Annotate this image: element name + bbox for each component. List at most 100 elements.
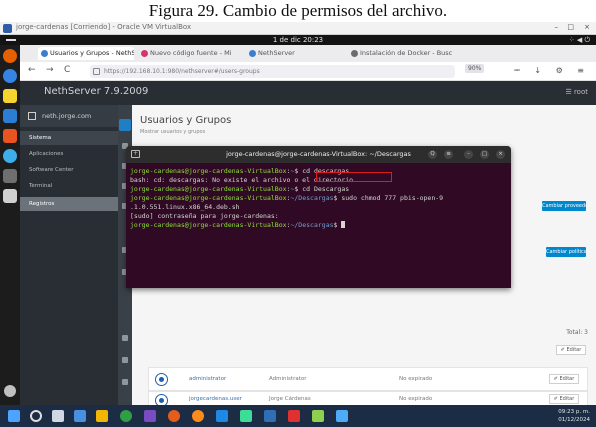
back-button[interactable]: ← [28,65,36,75]
user-name[interactable]: administrator [189,376,226,382]
tab-favicon-icon [141,50,148,57]
show-apps-icon[interactable] [4,385,16,397]
host-selector[interactable]: neth.jorge.com [20,105,118,127]
user-menu[interactable]: ☰ root [565,88,588,96]
user-name[interactable]: jorgecardenas.user [189,396,242,402]
browser-tab-docker[interactable]: Instalación de Docker - Buscar [348,47,452,60]
task-view-icon[interactable] [52,410,64,422]
power-icon[interactable] [122,379,128,385]
app-icon[interactable] [312,410,324,422]
terminal-titlebar: + jorge-cardenas@jorge-cardenas-VirtualB… [126,146,511,163]
table-row[interactable]: jorgecardenas.user Jorge Cárdenas No exp… [148,391,588,407]
terminal-line: jorge-cardenas@jorge-cardenas-VirtualBox… [130,194,444,202]
start-icon[interactable] [8,410,20,422]
row-edit-button[interactable]: ✐ Editar [549,394,579,404]
terminal-dock-icon[interactable] [3,169,17,183]
thunderbird-icon[interactable] [3,69,17,83]
prompt-user: jorge-cardenas@jorge-cardenas-VirtualBox [130,167,287,175]
virtualbox-titlebar: jorge-cardenas [Corriendo] - Oracle VM V… [0,22,596,35]
forward-button[interactable]: → [46,65,54,75]
tab-favicon-icon [249,50,256,57]
edge-icon[interactable] [120,410,132,422]
host-taskbar: 09:23 p. m. 01/12/2024 [0,405,596,427]
terminal-window[interactable]: + jorge-cardenas@jorge-cardenas-VirtualB… [126,146,511,288]
user-full-name: Jorge Cárdenas [269,396,311,402]
app-icon[interactable] [336,410,348,422]
reload-button[interactable]: C [64,65,70,75]
terminal-line: .1.0.551.linux.x86_64.deb.sh [130,203,240,211]
sidebar-item-terminal[interactable]: Terminal [20,179,118,193]
store-icon[interactable] [144,410,156,422]
app-icon[interactable] [240,410,252,422]
row-edit-button[interactable]: ✐ Editar [549,374,579,384]
taskbar-clock[interactable]: 09:23 p. m. 01/12/2024 [558,408,590,424]
tab-label: Nuevo código fuente - Mi [150,49,232,57]
tab-label: Instalación de Docker - Buscar [360,49,452,57]
change-provider-button[interactable]: Cambiar proveedor [542,201,586,211]
nethserver-brand: NethServer 7.9.2009 [44,86,149,97]
certificate-icon[interactable] [122,335,128,341]
system-tray[interactable]: ⁘ ◀ ⏻ [569,35,590,45]
tab-label: NethServer [258,49,295,57]
terminal-title: jorge-cardenas@jorge-cardenas-VirtualBox… [226,150,411,158]
address-bar-url: https://192.168.10.1:980/nethserver#/use… [104,68,260,75]
rhythmbox-icon[interactable] [3,109,17,123]
command-text: $ [333,221,342,229]
trash-icon[interactable] [3,189,17,203]
page-subtitle: Mostrar usuarios y grupos [140,129,206,135]
prompt-user: jorge-cardenas@jorge-cardenas-VirtualBox [130,194,287,202]
terminal-line: [sudo] contraseña para jorge-cardenas: [130,212,279,220]
browser-tab-users-groups[interactable]: Usuarios y Grupos - NethServer [38,47,134,60]
total-count: Total: 3 [566,329,588,336]
password-expiry: No expirado [399,376,433,382]
browser-navigation-bar: ← → C https://192.168.10.1:980/nethserve… [20,62,596,81]
browser-tab-strip: Usuarios y Grupos - NethServer Nuevo cód… [20,45,596,62]
firefox-icon[interactable] [3,49,17,63]
highlight-box [316,172,392,182]
software-icon[interactable] [3,129,17,143]
sidebar-item-software-center[interactable]: Software Center [20,163,118,177]
sidebar-item-sistema[interactable]: Sistema [20,131,118,145]
virtualbox-taskbar-icon[interactable] [264,410,276,422]
edit-button[interactable]: ✐ Editar [556,345,586,355]
guest-dock [0,45,20,405]
sidebar-item-registros[interactable]: Registros [20,197,118,211]
close-button[interactable]: × [584,23,590,31]
search-button[interactable]: Q [428,150,437,159]
firefox-taskbar-icon[interactable] [168,410,180,422]
toolbar-icons[interactable]: ⭲ ↓ ⚙ ≡ [514,65,590,79]
user-avatar-icon [155,373,168,386]
command-text: $ sudo chmod 777 pbis-open-9 [333,194,444,202]
help-icon[interactable] [3,149,17,163]
address-bar[interactable]: https://192.168.10.1:980/nethserver#/use… [90,65,455,78]
lock-icon [93,68,100,75]
menu-button[interactable]: ≡ [444,150,453,159]
guest-top-bar: 1 de dic 20:23 ⁘ ◀ ⏻ [0,35,596,45]
browser-tab-nethserver[interactable]: NethServer [246,47,342,60]
terminal-close-button[interactable]: × [496,150,505,159]
minimize-button[interactable]: – [555,23,559,31]
logs-icon[interactable] [122,357,128,363]
tab-favicon-icon [41,50,48,57]
command-text: $ cd Descargas [294,185,350,193]
virtualbox-window-title: jorge-cardenas [Corriendo] - Oracle VM V… [16,23,192,31]
tab-favicon-icon [351,50,358,57]
sidebar-item-aplicaciones[interactable]: Aplicaciones [20,147,118,161]
search-icon[interactable] [30,410,42,422]
zoom-level[interactable]: 90% [465,64,485,73]
vscode-icon[interactable] [216,410,228,422]
change-policy-button[interactable]: Cambiar política [546,247,586,257]
terminal-minimize-button[interactable]: – [464,150,473,159]
browser-tab-code[interactable]: Nuevo código fuente - Mi [138,47,242,60]
widgets-icon[interactable] [74,410,86,422]
terminal-line: jorge-cardenas@jorge-cardenas-VirtualBox… [130,221,508,230]
files-icon[interactable] [3,89,17,103]
guest-clock[interactable]: 1 de dic 20:23 [0,35,596,45]
users-groups-icon[interactable] [119,119,131,131]
maximize-button[interactable]: □ [567,23,574,31]
table-row[interactable]: administrator Administrator No expirado … [148,367,588,391]
pdf-icon[interactable] [288,410,300,422]
terminal-maximize-button[interactable]: □ [480,150,489,159]
chrome-icon[interactable] [192,410,204,422]
file-explorer-icon[interactable] [96,410,108,422]
